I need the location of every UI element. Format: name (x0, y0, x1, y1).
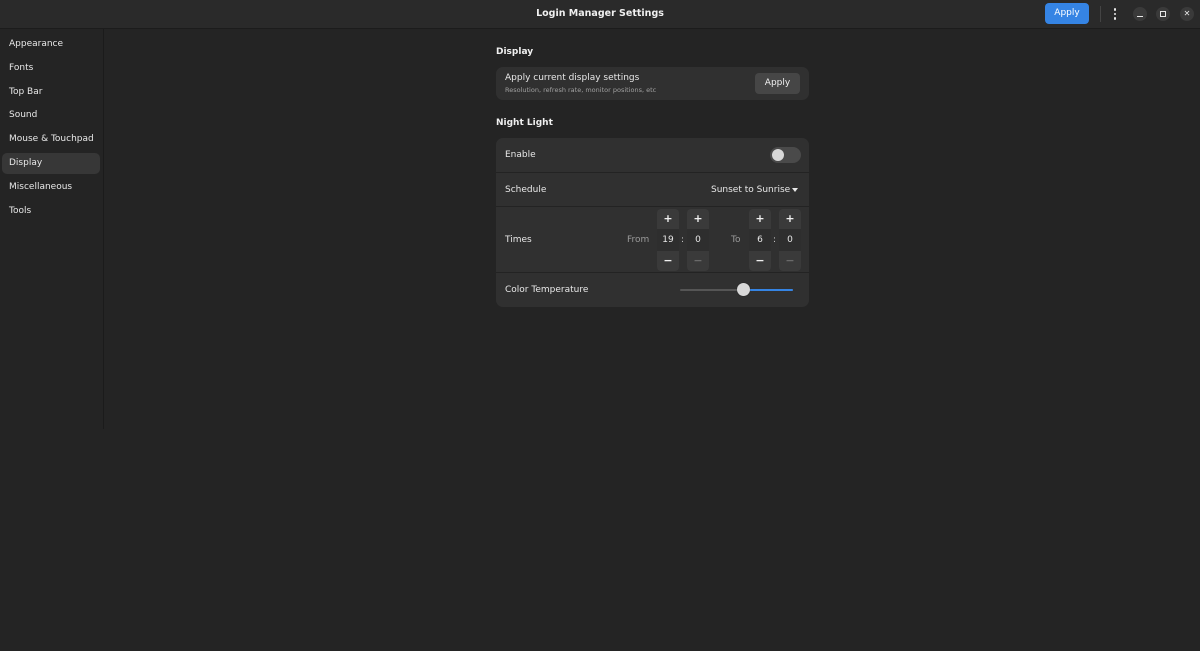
switch-knob (772, 149, 784, 161)
slider-handle[interactable] (736, 283, 750, 296)
enable-switch[interactable] (770, 147, 801, 163)
to-hour-increment-icon[interactable]: + (749, 209, 771, 229)
window-title: Login Manager Settings (536, 8, 664, 19)
sidebar-item-display[interactable]: Display (2, 153, 100, 174)
sidebar-item-mouse-touchpad[interactable]: Mouse & Touchpad (2, 129, 100, 150)
display-card: Apply current display settings Resolutio… (496, 67, 809, 100)
from-minute-decrement-icon[interactable]: − (687, 251, 709, 271)
night-light-section-title: Night Light (496, 118, 553, 128)
sidebar-item-sound[interactable]: Sound (2, 105, 100, 126)
to-time-separator: : (773, 235, 777, 245)
to-label: To (731, 235, 741, 245)
apply-display-button[interactable]: Apply (755, 73, 800, 94)
sidebar: Appearance Fonts Top Bar Sound Mouse & T… (0, 29, 104, 429)
color-temperature-label: Color Temperature (505, 285, 589, 295)
to-hour-value[interactable]: 6 (749, 229, 771, 251)
enable-row: Enable (496, 138, 809, 172)
sidebar-item-miscellaneous[interactable]: Miscellaneous (2, 177, 100, 198)
chevron-down-icon[interactable] (792, 188, 798, 192)
enable-label: Enable (505, 150, 536, 160)
to-hour-decrement-icon[interactable]: − (749, 251, 771, 271)
times-row: Times From + 19 − : + 0 − To + 6 − : + 0… (496, 207, 809, 272)
color-temperature-row: Color Temperature (496, 273, 809, 307)
color-temperature-slider[interactable] (680, 283, 793, 296)
sidebar-item-fonts[interactable]: Fonts (2, 58, 100, 79)
header-apply-button[interactable]: Apply (1045, 3, 1089, 24)
from-minute-spinbutton: + 0 − (687, 209, 709, 271)
header-bar: Login Manager Settings Apply ✕ (0, 0, 1200, 29)
from-label: From (627, 235, 650, 245)
to-minute-value[interactable]: 0 (779, 229, 801, 251)
close-icon[interactable]: ✕ (1180, 7, 1194, 21)
to-hour-spinbutton: + 6 − (749, 209, 771, 271)
schedule-label: Schedule (505, 185, 547, 195)
from-minute-value[interactable]: 0 (687, 229, 709, 251)
from-minute-increment-icon[interactable]: + (687, 209, 709, 229)
view-more-icon[interactable] (1107, 4, 1123, 24)
sidebar-item-appearance[interactable]: Appearance (2, 34, 100, 55)
schedule-dropdown-value[interactable]: Sunset to Sunrise (711, 185, 790, 195)
night-light-card: Enable Schedule Sunset to Sunrise Times … (496, 138, 809, 307)
minimize-icon[interactable] (1133, 7, 1147, 21)
from-hour-increment-icon[interactable]: + (657, 209, 679, 229)
maximize-icon[interactable] (1156, 7, 1170, 21)
to-minute-spinbutton: + 0 − (779, 209, 801, 271)
from-hour-decrement-icon[interactable]: − (657, 251, 679, 271)
from-hour-spinbutton: + 19 − (657, 209, 679, 271)
display-section-title: Display (496, 47, 534, 57)
sidebar-item-tools[interactable]: Tools (2, 201, 100, 222)
from-hour-value[interactable]: 19 (657, 229, 679, 251)
to-minute-decrement-icon[interactable]: − (779, 251, 801, 271)
times-label: Times (505, 235, 532, 245)
from-time-separator: : (681, 235, 685, 245)
to-minute-increment-icon[interactable]: + (779, 209, 801, 229)
slider-fill (743, 289, 793, 291)
schedule-row[interactable]: Schedule Sunset to Sunrise (496, 173, 809, 206)
sidebar-item-top-bar[interactable]: Top Bar (2, 82, 100, 103)
apply-display-row-subtitle: Resolution, refresh rate, monitor positi… (505, 86, 657, 94)
header-separator (1100, 6, 1101, 22)
apply-display-row-title: Apply current display settings (505, 73, 640, 83)
